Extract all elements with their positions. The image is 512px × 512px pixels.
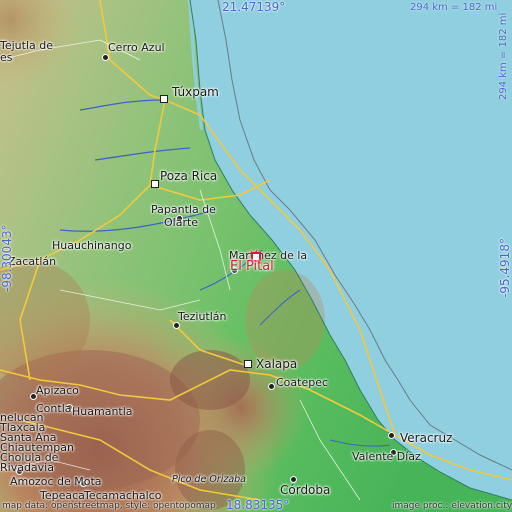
place-cerro-azul[interactable]: Cerro Azul [108, 42, 165, 54]
place-huauchinango[interactable]: Huauchinango [52, 240, 131, 252]
xalapa-marker [244, 360, 252, 368]
veracruz-marker [388, 432, 395, 439]
coatepec-marker [268, 383, 275, 390]
scale-horizontal: 294 km = 182 mi [410, 2, 498, 13]
credit-map-data: map data: openstreetmap, style: opentopo… [2, 501, 216, 511]
coord-bottom: 18.83135° [226, 498, 290, 512]
topographic-map[interactable]: Tejutla de es Cerro Azul Túxpam Poza Ric… [0, 0, 512, 512]
place-poza-rica[interactable]: Poza Rica [160, 170, 217, 182]
coastal-range [245, 270, 325, 370]
place-apizaco[interactable]: Apizaco [36, 385, 79, 397]
place-amozoc[interactable]: Amozoc de Mota [10, 476, 102, 488]
credit-image-proc: image proc.: elevation.city [392, 501, 512, 511]
place-teziutlan[interactable]: Teziutlán [178, 311, 227, 323]
place-olarte[interactable]: Olarte [164, 217, 198, 229]
coord-top: 21.47139° [222, 0, 286, 14]
el-pital-label[interactable]: El Pital [230, 259, 274, 274]
place-coatepec[interactable]: Coatepec [276, 377, 328, 389]
place-xalapa[interactable]: Xalapa [256, 358, 297, 370]
place-zacatlan[interactable]: Zacatlán [8, 256, 56, 268]
place-papantla[interactable]: Papantla de [151, 204, 216, 216]
scale-vertical: 294 km = 182 mi [498, 12, 509, 100]
place-valente-diaz[interactable]: Valente Díaz [352, 451, 421, 463]
poza-rica-marker [151, 180, 159, 188]
cordoba-marker [290, 476, 297, 483]
place-rivadavia[interactable]: Rivadavia [0, 462, 54, 474]
place-cordoba[interactable]: Córdoba [280, 484, 330, 496]
coord-left: -98.30043° [0, 224, 14, 292]
coord-right: -95.4918° [498, 238, 512, 298]
tuxpam-marker [160, 95, 168, 103]
place-huamantla[interactable]: Huamantla [72, 406, 133, 418]
place-pico-de-orizaba[interactable]: Pico de Orizaba [172, 474, 246, 486]
place-tuxpam[interactable]: Túxpam [172, 86, 219, 98]
teziutlan-marker [173, 322, 180, 329]
place-es[interactable]: es [0, 52, 13, 64]
place-veracruz[interactable]: Veracruz [400, 432, 452, 444]
cerro-azul-marker [102, 54, 109, 61]
